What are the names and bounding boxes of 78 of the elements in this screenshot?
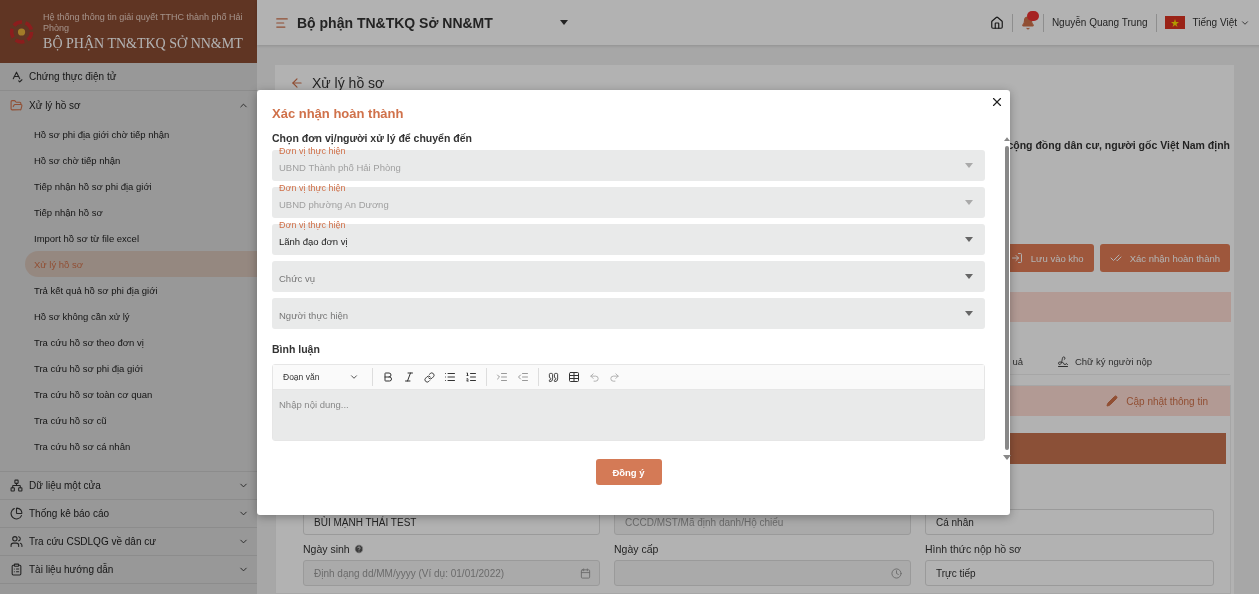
italic-icon [403,371,415,383]
menu-item[interactable]: Tra cứu hồ sơ toàn cơ quan [0,381,257,407]
menu-item[interactable]: Tra cứu hồ sơ cá nhân [0,433,257,459]
department-title: BỘ PHẬN TN&TKQ SỞ NN&MT [43,35,244,52]
menu-item[interactable]: Trả kết quả hồ sơ phi địa giới [0,277,257,303]
menu-item[interactable]: Tra cứu hồ sơ cũ [0,407,257,433]
double-check-icon [1109,252,1122,264]
outdent-icon [517,371,529,383]
caret-down-icon [965,163,973,168]
modal-title: Xác nhận hoàn thành [272,106,405,121]
redo-icon [609,371,620,383]
field-label: Hình thức nộp hồ sơ [925,543,1023,555]
undo-icon [589,371,600,383]
user-name[interactable]: Nguyễn Quang Trung [1051,17,1148,28]
flag-icon [1164,16,1185,29]
language-dropdown[interactable]: Tiếng Việt [1192,17,1250,28]
caret-up-icon [1003,137,1010,141]
link-icon [424,371,435,383]
people-icon [10,535,23,548]
numbered-list-icon [465,371,477,383]
chevron-down-icon [349,372,359,382]
paragraph-format-dropdown[interactable]: Đoạn văn [279,372,363,382]
bell-icon[interactable] [1020,15,1035,30]
caret-down-icon [965,311,973,316]
menu-icon [275,15,289,30]
menu-item[interactable]: Tiếp nhận hồ sơ phi địa giới [0,173,257,199]
menu-group[interactable]: Tài liệu hướng dẫn [0,556,257,584]
menu-item[interactable]: Hồ sơ chờ tiếp nhận [0,147,257,173]
help-icon[interactable] [353,544,364,554]
close-button[interactable] [990,95,1004,109]
field-label: Ngày sinh [303,543,600,555]
spellcheck-icon [10,70,23,83]
input-field[interactable]: Trực tiếp [925,560,1214,586]
home-icon [989,15,1004,30]
menu-item[interactable]: Chứng thực điện tử [0,63,257,91]
menu-item[interactable]: Tra cứu hồ sơ phi địa giới [0,355,257,381]
clock-icon[interactable] [891,567,902,579]
calendar-icon[interactable] [580,567,591,579]
menu-item[interactable]: Tra cứu hồ sơ theo đơn vị [0,329,257,355]
bold-icon [382,371,394,383]
pie-chart-icon [10,507,23,520]
input-field[interactable] [614,560,911,586]
caret-down-icon [965,200,973,205]
folder-icon [10,98,23,112]
menu-group[interactable]: Dữ liệu một cửa [0,472,257,500]
section-label: Chọn đơn vị/người xử lý để chuyển đến [272,132,473,144]
caret-down-icon [560,20,568,25]
tab[interactable]: Chữ ký người nộp [1056,355,1152,368]
scrollbar[interactable] [1003,137,1010,460]
input-field[interactable]: Cá nhân [925,509,1214,535]
menu-item[interactable]: Tiếp nhận hồ sơ [0,199,257,225]
menu-group[interactable]: Tra cứu CSDLQG về dân cư [0,528,257,556]
pencil-icon [1106,395,1119,407]
field-label: Ngày cấp [614,543,660,555]
caret-down-icon [1002,455,1011,460]
bullet-list-icon [444,371,456,383]
login-icon [1010,252,1023,264]
signature-icon [1056,355,1069,368]
notification-badge [1026,10,1039,21]
menu-item[interactable]: Hồ sơ phi địa giới chờ tiếp nhận [0,121,257,147]
table-icon [568,371,580,383]
caret-down-icon [965,274,973,279]
quote-icon [548,371,559,383]
caret-down-icon [965,237,973,242]
indent-icon [496,371,508,383]
select-field[interactable]: Chức vụ [272,261,985,292]
comment-label: Bình luận [272,343,321,355]
menu-group[interactable]: Thống kê báo cáo [0,500,257,528]
network-icon [10,479,23,492]
menu-group[interactable]: Xử lý hồ sơ [0,91,257,119]
menu-item[interactable]: Import hồ sơ từ file excel [0,225,257,251]
page-title: Xử lý hồ sơ [312,75,385,91]
unit-title: Bộ phận TN&TKQ Sở NN&MT [297,14,494,31]
select-field[interactable]: Người thực hiện [272,298,985,329]
clipboard-icon [10,563,23,576]
system-subtitle: Hệ thống thông tin giải quyết TTHC thành phố Hải Phòng [43,11,244,34]
tab[interactable]: uả [1012,356,1023,367]
menu-item[interactable]: Hồ sơ không cần xử lý [0,303,257,329]
